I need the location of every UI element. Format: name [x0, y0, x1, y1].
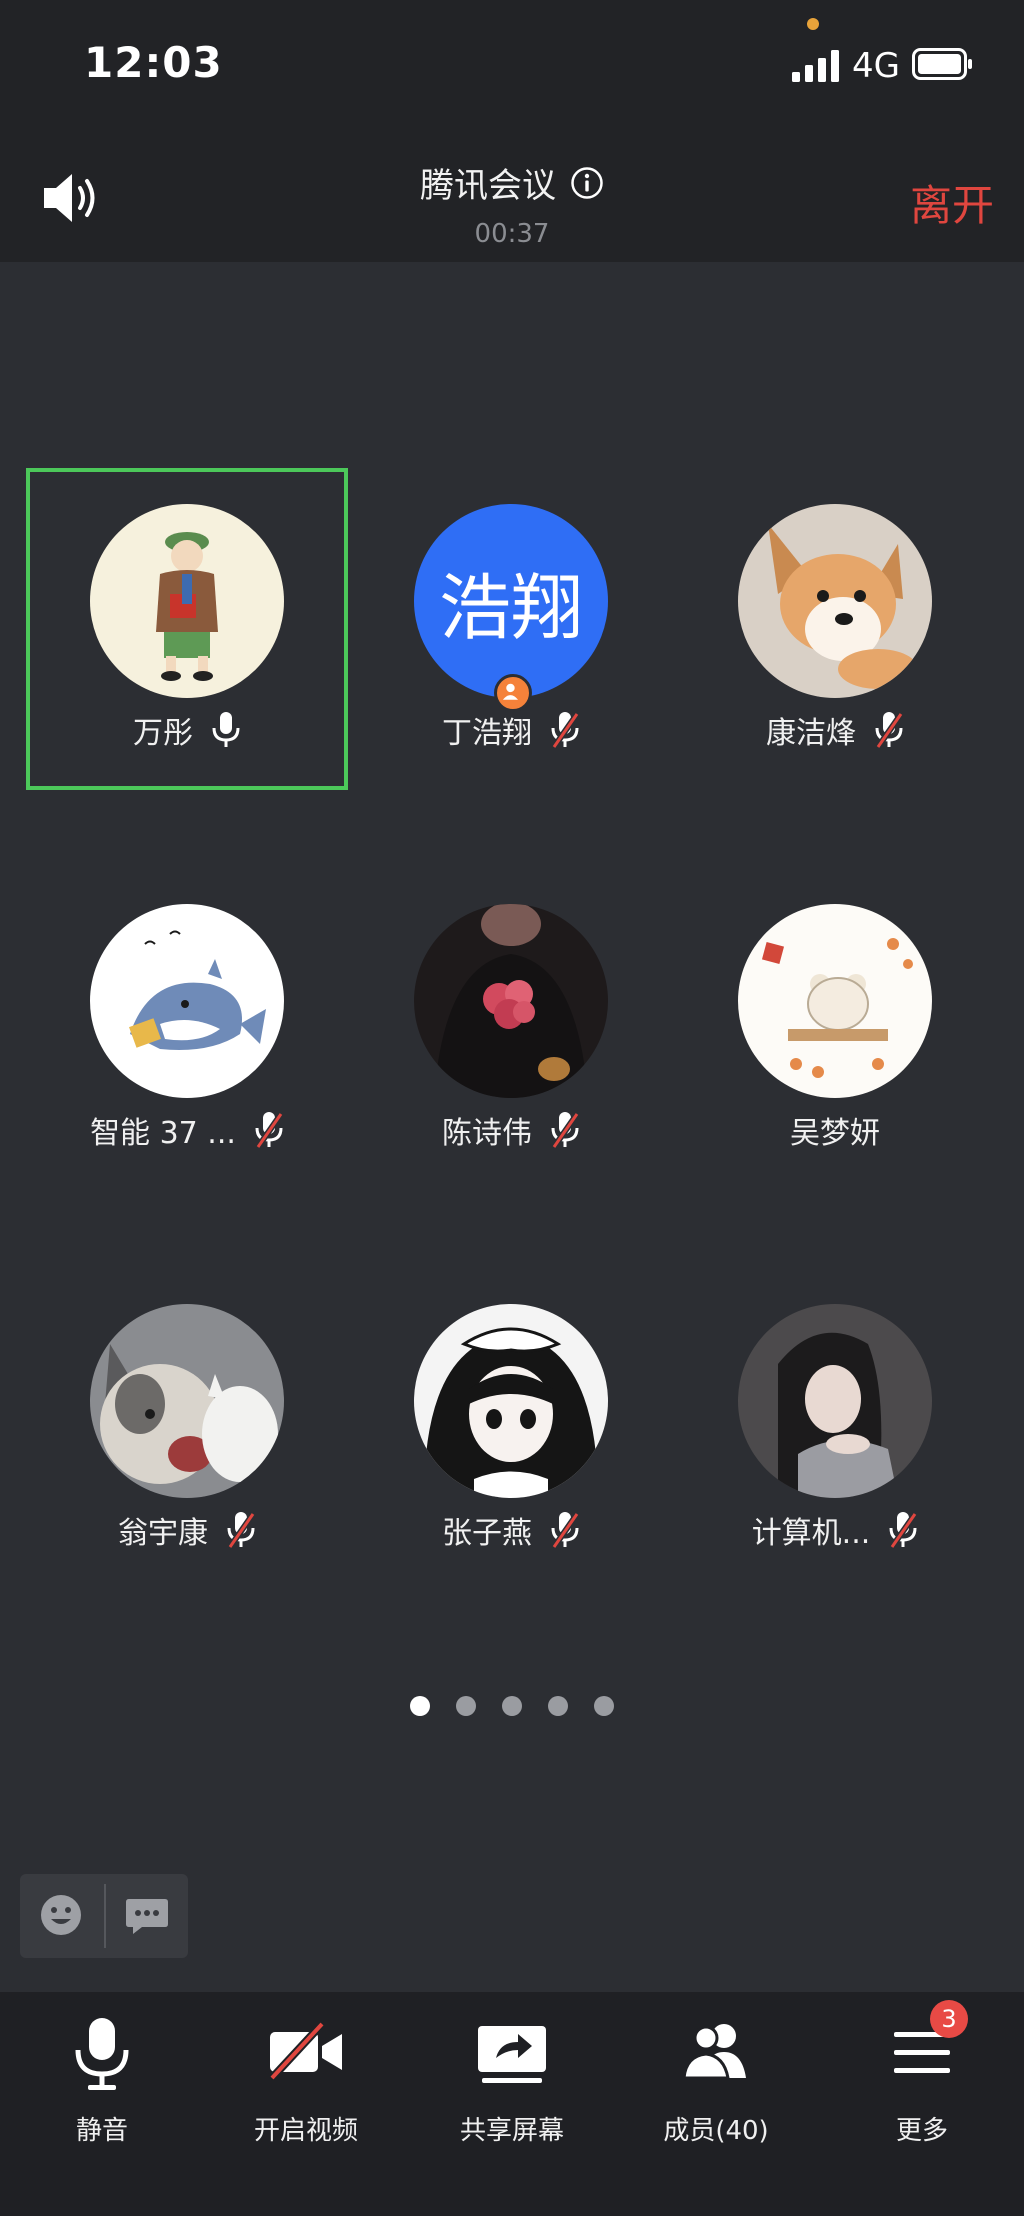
participant-name: 计算机... [751, 1516, 871, 1551]
meeting-header: 腾讯会议 00:37 离开 [0, 130, 1024, 262]
info-icon[interactable] [570, 166, 604, 200]
mute-label: 静音 [75, 2116, 128, 2146]
microphone-muted-icon [227, 1512, 256, 1549]
participant-tile[interactable]: 陈诗伟 [350, 868, 672, 1190]
host-badge-icon [494, 674, 532, 712]
battery-icon [912, 48, 972, 80]
flowers-photo-avatar [414, 904, 608, 1098]
microphone-on-icon [212, 712, 240, 747]
reaction-chat-pill [20, 1874, 188, 1958]
start-video-button[interactable]: 开启视频 [204, 1992, 408, 2152]
more-label: 更多 [895, 2116, 948, 2146]
emoji-icon[interactable] [38, 1892, 84, 1938]
participant-name: 康洁烽 [766, 716, 856, 751]
microphone-muted-icon [889, 1512, 918, 1549]
participant-name: 智能 37 ... [90, 1116, 236, 1151]
participant-tile[interactable]: 万彤 [26, 468, 348, 790]
members-icon [682, 2024, 746, 2080]
participant-name-row: 吴梦妍 [674, 1108, 996, 1152]
shark-drawing-avatar [90, 904, 284, 1098]
notification-badge: 3 [930, 2000, 968, 2038]
avatar-initials: 浩翔 [438, 565, 583, 650]
participant-tile[interactable]: 智能 37 ... [26, 868, 348, 1190]
speaker-icon[interactable] [40, 170, 102, 226]
participant-name-row: 计算机... [674, 1508, 996, 1552]
chat-bubble-icon[interactable] [124, 1892, 170, 1938]
participant-tile[interactable]: 张子燕 [350, 1268, 672, 1590]
share-screen-label: 共享屏幕 [459, 2116, 564, 2146]
microphone-muted-icon [255, 1112, 284, 1149]
microphone-muted-icon [551, 712, 580, 749]
participant-name: 陈诗伟 [442, 1116, 532, 1151]
bottom-toolbar: 静音 开启视频 共享屏幕 成员(40) 更多 3 [0, 1992, 1024, 2216]
participant-tile[interactable]: 浩翔 丁浩翔 [350, 468, 672, 790]
participant-tile[interactable]: 翁宇康 [26, 1268, 348, 1590]
divider [104, 1884, 106, 1948]
page-dot[interactable] [456, 1696, 476, 1716]
participant-name-row: 智能 37 ... [26, 1108, 348, 1152]
page-dot[interactable] [548, 1696, 568, 1716]
microphone-muted-icon [875, 712, 904, 749]
cellular-signal-icon [792, 50, 839, 82]
microphone-muted-icon [551, 1512, 580, 1549]
meeting-title-block: 腾讯会议 00:37 [312, 158, 712, 249]
page-dot[interactable] [410, 1696, 430, 1716]
share-screen-button[interactable]: 共享屏幕 [410, 1992, 614, 2152]
members-label: 成员(40) [663, 2116, 769, 2146]
start-video-label: 开启视频 [253, 2116, 358, 2146]
participant-name: 吴梦妍 [790, 1116, 880, 1151]
leave-button[interactable]: 离开 [910, 172, 994, 233]
mute-button[interactable]: 静音 [0, 1992, 204, 2152]
bear-drawing-avatar [738, 904, 932, 1098]
husky-cat-photo-avatar [90, 1304, 284, 1498]
girl-photo-avatar [738, 1304, 932, 1498]
microphone-icon [75, 2018, 129, 2090]
participant-tile[interactable]: 计算机... [674, 1268, 996, 1590]
share-screen-icon [478, 2026, 546, 2083]
participant-name-row: 张子燕 [350, 1508, 672, 1552]
more-button[interactable]: 更多 [820, 1992, 1024, 2152]
participant-tile[interactable]: 吴梦妍 [674, 868, 996, 1190]
participant-tile[interactable]: 康洁烽 [674, 468, 996, 790]
participant-name-row: 陈诗伟 [350, 1108, 672, 1152]
participant-name-row: 翁宇康 [26, 1508, 348, 1552]
anime-maid-avatar [414, 1304, 608, 1498]
participant-name: 万彤 [133, 716, 193, 751]
members-button[interactable]: 成员(40) [614, 1992, 818, 2152]
corgi-photo-avatar [738, 504, 932, 698]
participant-name: 丁浩翔 [442, 716, 532, 751]
recording-indicator-dot [807, 18, 819, 30]
page-dot[interactable] [502, 1696, 522, 1716]
participant-name-row: 万彤 [26, 708, 348, 752]
meeting-timer: 00:37 [474, 219, 550, 249]
video-off-icon [269, 2021, 342, 2081]
status-time: 12:03 [84, 38, 223, 87]
microphone-muted-icon [551, 1112, 580, 1149]
status-bar: 12:03 4G [0, 0, 1024, 130]
participant-name: 翁宇康 [118, 1516, 208, 1551]
participant-name: 张子燕 [442, 1516, 532, 1551]
page-indicator[interactable] [0, 1696, 1024, 1716]
cartoon-boy-avatar [90, 504, 284, 698]
participant-name-row: 丁浩翔 [350, 708, 672, 752]
participant-name-row: 康洁烽 [674, 708, 996, 752]
initials-avatar: 浩翔 [414, 504, 608, 698]
page-dot[interactable] [594, 1696, 614, 1716]
network-type: 4G [852, 46, 900, 86]
meeting-title: 腾讯会议 [420, 166, 556, 206]
